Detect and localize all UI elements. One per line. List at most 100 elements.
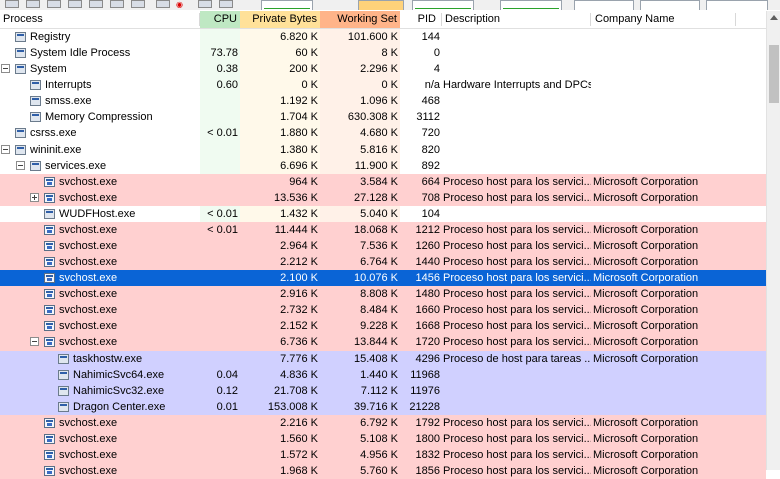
gpu-graph[interactable] [640,0,700,10]
cpu-value [200,334,238,350]
working-set-value: 2.296 K [360,63,398,76]
process-row[interactable]: smss.exe 1.192 K 1.096 K 468 [0,93,766,109]
find-icon[interactable]: ◉ [176,0,183,9]
process-row[interactable]: svchost.exe 2.100 K 10.076 K 1456 Proceso ho… [0,270,766,287]
bullseye-icon[interactable] [219,0,233,8]
process-row[interactable]: wininit.exe 1.380 K 5.816 K 820 [0,142,766,158]
process-row[interactable]: svchost.exe 2.916 K 8.808 K 1480 Proceso hos… [0,286,766,303]
column-cpu[interactable]: CPU [200,11,240,28]
commit-graph[interactable] [358,0,404,10]
process-row[interactable]: svchost.exe 1.968 K 5.760 K 1856 Proceso hos… [0,463,766,479]
process-row[interactable]: svchost.exe 1.560 K 5.108 K 1800 Proceso hos… [0,430,766,448]
process-row[interactable]: svchost.exe 2.964 K 7.536 K 1260 Proceso hos… [0,238,766,255]
window-icon[interactable] [68,0,82,8]
working-set-value: 15.408 K [353,352,398,365]
vertical-scrollbar[interactable] [766,11,780,470]
handle-view-icon[interactable] [131,0,145,8]
private-bytes-value: 60 K [295,47,318,60]
column-working-set[interactable]: Working Set [320,11,400,28]
process-name: Interrupts [45,79,92,92]
process-name: svchost.exe [59,256,118,269]
process-name: svchost.exe [59,223,118,236]
process-icon [58,353,69,364]
cpu-value [200,29,238,45]
service-process-icon [44,450,55,461]
process-row[interactable]: svchost.exe 6.736 K 13.844 K 1720 Proceso ho… [0,334,766,351]
cpu-value: < 0.01 [207,127,238,140]
process-row[interactable]: svchost.exe 1.572 K 4.956 K 1832 Proceso hos… [0,447,766,464]
column-description[interactable]: Description [445,11,585,28]
pid-value: 1480 [415,288,440,301]
process-row[interactable]: svchost.exe 2.216 K 6.792 K 1792 Proceso hos… [0,414,766,431]
private-bytes-value: 2.212 K [280,256,318,269]
collapse-icon[interactable] [30,337,39,347]
cpu-value: 0.04 [216,368,238,381]
process-row[interactable]: svchost.exe 13.536 K 27.128 K 708 Proceso ho… [0,189,766,206]
process-row[interactable]: svchost.exe 964 K 3.584 K 664 Proceso host p… [0,173,766,190]
kill-process-icon[interactable] [156,0,170,8]
pid-value: n/a [424,79,440,92]
process-row[interactable]: services.exe 6.696 K 11.900 K 892 [0,158,766,174]
working-set-value: 1.096 K [360,95,398,108]
description-value: Proceso host para los servici... [443,416,591,429]
company-value: Microsoft Corporation [593,320,699,333]
working-set-value: 630.308 K [347,111,398,124]
collapse-icon[interactable] [16,160,25,170]
expand-icon[interactable] [30,192,39,202]
options-icon[interactable] [47,0,61,8]
process-row[interactable]: System 0.38 200 K 2.296 K 4 [0,61,766,77]
pid-value: 1212 [415,223,440,236]
cpu-usage-graph[interactable] [261,0,313,10]
process-row[interactable]: NahimicSvc32.exe 0.12 21.708 K 7.112 K 11976 [0,382,766,399]
properties-icon[interactable] [89,0,103,8]
process-row[interactable]: svchost.exe 2.212 K 6.764 K 1440 Proceso hos… [0,254,766,271]
network-graph[interactable] [500,0,562,10]
collapse-icon[interactable] [1,64,10,74]
process-row[interactable]: Memory Compression 1.704 K 630.308 K 3112 [0,109,766,125]
io-graph[interactable] [412,0,474,10]
cpu-value [200,174,238,190]
process-row[interactable]: Dragon Center.exe 0.01 153.008 K 39.716 K 21… [0,398,766,415]
save-icon[interactable] [5,0,19,8]
process-name: Registry [30,31,71,43]
working-set-value: 27.128 K [353,191,398,204]
pid-value: 1440 [415,256,440,269]
pid-value: 11976 [410,384,440,397]
column-process[interactable]: Process [3,11,193,28]
disk-graph[interactable] [574,0,634,10]
working-set-value: 11.900 K [354,159,398,172]
column-company-name[interactable]: Company Name [595,11,735,28]
company-value [593,109,733,125]
column-private-bytes[interactable]: Private Bytes [240,11,320,28]
process-row[interactable]: Interrupts 0.60 0 K 0 K n/a Hardware Interrup… [0,77,766,93]
process-row[interactable]: csrss.exe < 0.01 1.880 K 4.680 K 720 [0,125,766,141]
process-row[interactable]: svchost.exe < 0.01 11.444 K 18.068 K 1212 Pro… [0,221,766,239]
process-row[interactable]: NahimicSvc64.exe 0.04 4.836 K 1.440 K 11968 [0,366,766,383]
cpu-value [200,351,238,367]
pid-value: 11968 [410,368,440,381]
description-value [443,206,591,222]
description-value [443,93,591,109]
working-set-value: 7.112 K [360,384,398,397]
scrollbar-thumb[interactable] [769,45,779,103]
working-set-value: 8.484 K [360,304,398,317]
process-icon [30,96,41,107]
physical-memory-graph[interactable] [706,0,768,10]
private-bytes-value: 1.380 K [280,143,318,156]
process-row[interactable]: svchost.exe 2.152 K 9.228 K 1668 Proceso hos… [0,318,766,335]
scroll-up-arrow-icon[interactable] [770,15,778,20]
pid-value: 0 [433,47,440,60]
dll-view-icon[interactable] [110,0,124,8]
process-row[interactable]: svchost.exe 2.732 K 8.484 K 1660 Proceso hos… [0,302,766,319]
service-process-icon [44,417,55,428]
column-pid[interactable]: PID [400,11,440,28]
target-icon[interactable] [198,0,212,8]
collapse-icon[interactable] [1,144,10,154]
process-row[interactable]: Registry 6.820 K 101.600 K 144 [0,29,766,45]
process-name: System Idle Process [30,47,131,60]
process-row[interactable]: System Idle Process 73.78 60 K 8 K 0 [0,45,766,61]
pid-value: 1456 [415,272,440,285]
refresh-icon[interactable] [26,0,40,8]
process-row[interactable]: WUDFHost.exe < 0.01 1.432 K 5.040 K 104 [0,206,766,222]
process-row[interactable]: taskhostw.exe 7.776 K 15.408 K 4296 Proceso … [0,350,766,367]
